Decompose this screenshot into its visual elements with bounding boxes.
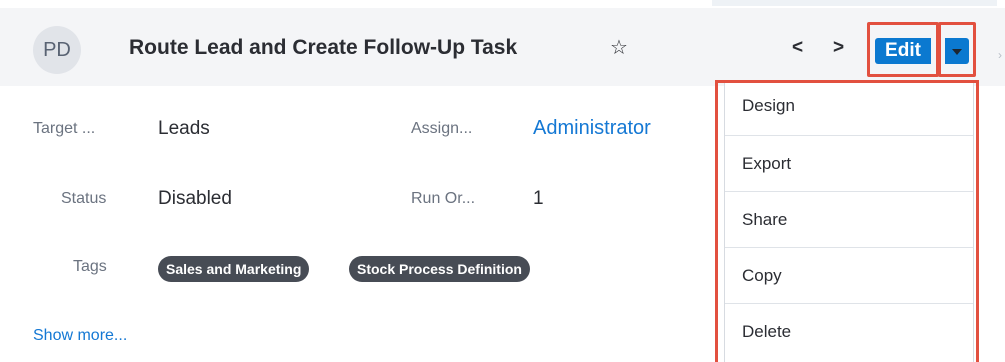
status-value: Disabled [158, 188, 232, 209]
run-order-label: Run Or... [411, 190, 476, 207]
page-title: Route Lead and Create Follow-Up Task [129, 36, 518, 59]
actions-dropdown-highlight [938, 22, 976, 77]
assigned-to-label: Assign... [411, 120, 473, 137]
target-module-value: Leads [158, 118, 210, 139]
tag-pill[interactable]: Sales and Marketing [158, 256, 310, 282]
avatar: PD [33, 26, 81, 74]
top-strip [0, 0, 1005, 8]
next-record-chevron-right-icon[interactable]: > [833, 37, 844, 59]
edit-button[interactable]: Edit [875, 38, 931, 64]
assigned-to-link[interactable]: Administrator [533, 117, 651, 140]
tag-pill[interactable]: Stock Process Definition [349, 256, 530, 282]
top-strip-shade [712, 0, 997, 6]
previous-record-chevron-left-icon[interactable]: < [792, 37, 803, 59]
status-label: Status [61, 190, 107, 207]
record-header: PD Route Lead and Create Follow-Up Task … [0, 8, 1005, 86]
show-more-link[interactable]: Show more... [33, 327, 127, 345]
run-order-value: 1 [533, 188, 544, 209]
scroll-right-icon[interactable]: › [998, 48, 1002, 62]
target-module-label: Target ... [33, 120, 96, 137]
favorite-star-icon[interactable]: ☆ [610, 36, 628, 60]
actions-menu-highlight [715, 80, 979, 362]
actions-dropdown-caret-icon[interactable] [945, 38, 969, 64]
tags-label: Tags [73, 258, 107, 275]
edit-button-highlight: Edit [867, 22, 939, 77]
record-view: PD Route Lead and Create Follow-Up Task … [0, 0, 1005, 362]
